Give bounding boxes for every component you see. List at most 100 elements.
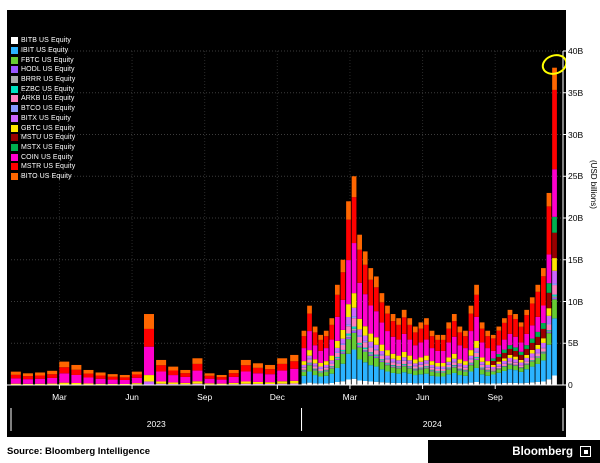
bar-segment (334, 352, 340, 357)
bar-segment (334, 356, 340, 358)
bar-segment (277, 381, 288, 384)
bar-segment (535, 291, 541, 317)
bar-segment (496, 345, 502, 355)
bar-segment (180, 376, 191, 383)
bar-segment (496, 369, 502, 373)
bar-segment (446, 369, 452, 375)
bar-segment (396, 367, 401, 369)
bar-segment (362, 347, 368, 349)
bar-segment (535, 356, 541, 357)
bar-segment (412, 365, 418, 367)
bar-segment (71, 369, 82, 375)
bar-segment (424, 368, 429, 374)
bar-segment (479, 322, 485, 329)
bar-segment (95, 378, 106, 384)
legend-label: FBTC US Equity (21, 56, 74, 64)
bar-segment (407, 324, 413, 340)
bar-segment (552, 232, 557, 259)
bar-segment (340, 344, 346, 350)
bar-segment (290, 380, 299, 384)
bar-segment (192, 370, 203, 382)
bar-segment (440, 339, 446, 351)
bar-segment (144, 346, 154, 376)
legend-item: BITB US Equity (11, 36, 75, 46)
bar-segment (513, 336, 518, 348)
bar-segment (265, 374, 276, 383)
bar-segment (502, 318, 507, 323)
legend-item: ARKB US Equity (11, 94, 75, 104)
bar-segment (552, 283, 557, 286)
bar-segment (385, 364, 390, 366)
bar-segment (435, 376, 440, 384)
bar-segment (457, 375, 463, 384)
bar-segment (412, 326, 418, 333)
bar-segment (518, 365, 524, 368)
legend: BITB US Equity IBIT US Equity FBTC US Equi… (11, 36, 75, 181)
bar-segment (47, 374, 58, 378)
bar-segment (407, 360, 413, 363)
bar-segment (507, 364, 513, 370)
bar-segment (440, 371, 446, 372)
bar-segment (468, 371, 474, 383)
bar-segment (329, 366, 335, 367)
bar-segment (252, 367, 263, 374)
bar-segment (541, 381, 546, 385)
bar-segment (541, 348, 546, 352)
bar-segment (440, 371, 446, 373)
bar-segment (541, 352, 546, 353)
bar-segment (552, 270, 557, 284)
bar-segment (368, 279, 374, 306)
bar-segment (451, 358, 457, 362)
bar-segment (107, 379, 118, 384)
bar-segment (301, 348, 307, 362)
bar-segment (468, 331, 474, 351)
bar-segment (368, 355, 374, 366)
bar-segment (323, 336, 329, 349)
bar-segment (385, 359, 390, 363)
y-tick-label: 15B (568, 254, 584, 265)
y-tick-label: 35B (568, 87, 584, 98)
bar-segment (424, 324, 429, 340)
legend-item: BITO US Equity (11, 172, 75, 182)
bar-segment (529, 353, 535, 357)
legend-label: BRRR US Equity (21, 76, 76, 84)
bar-segment (490, 338, 496, 351)
brand-wordmark: Bloomberg (512, 445, 573, 458)
bar-segment (318, 350, 324, 363)
bar-segment (10, 374, 21, 379)
legend-swatch-icon (11, 163, 18, 171)
bar-segment (396, 318, 401, 325)
bar-segment (373, 344, 379, 350)
bar-segment (440, 376, 446, 384)
bar-segment (463, 330, 468, 337)
bar-segment (429, 369, 435, 371)
bar-segment (47, 377, 58, 384)
bar-segment (552, 299, 557, 319)
bar-segment (502, 349, 507, 353)
bar-segment (541, 360, 546, 382)
bar-segment (418, 357, 424, 362)
bar-segment (535, 363, 541, 382)
bar-segment (357, 282, 362, 319)
bar-segment (301, 367, 307, 368)
bar-segment (379, 302, 385, 323)
bar-segment (457, 368, 463, 370)
bar-segment (546, 192, 552, 207)
bar-segment (307, 358, 312, 360)
bar-segment (524, 364, 530, 370)
bar-segment (340, 259, 346, 273)
legend-swatch-icon (11, 143, 18, 151)
bar-segment (71, 364, 82, 370)
bar-segment (418, 367, 424, 369)
bar-segment (22, 373, 33, 377)
bar-segment (463, 369, 468, 371)
bar-segment (83, 377, 94, 384)
bar-segment (429, 367, 435, 370)
bar-segment (446, 357, 452, 362)
bar-segment (457, 369, 463, 371)
bar-segment (552, 169, 557, 217)
bar-segment (156, 359, 167, 366)
bar-segment (301, 336, 307, 349)
bar-segment (485, 367, 491, 370)
bar-segment (180, 373, 191, 377)
